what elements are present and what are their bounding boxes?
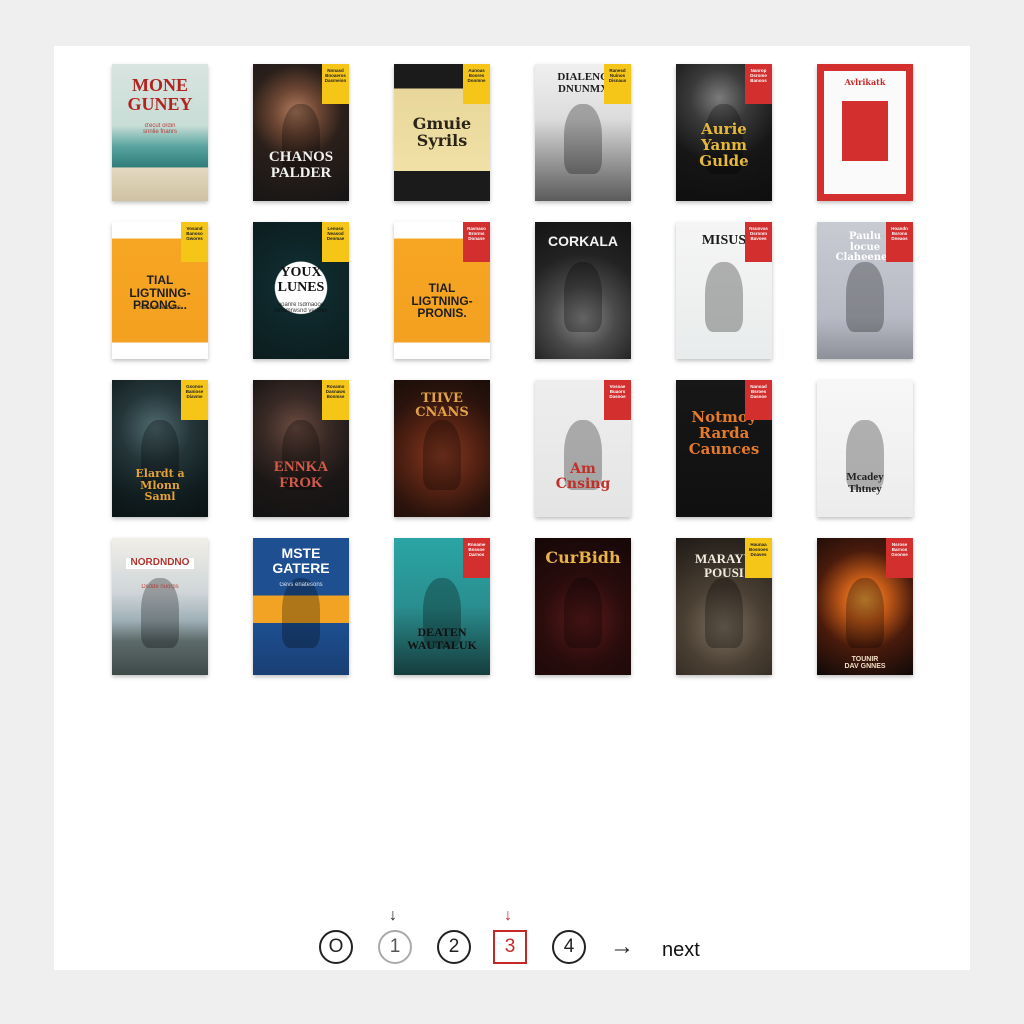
publisher-ribbon: Rovamo Dasnaws Bonmse: [322, 380, 349, 420]
book-cover[interactable]: CHANOS PALDER Nnnasd Bnoaeros Dasmeion: [253, 64, 349, 201]
cover-figure: [564, 262, 602, 332]
book-title: MONE GUNEY: [127, 75, 193, 114]
book-title: TIIVE CNANS: [415, 391, 469, 420]
creature-silhouette-icon: [842, 101, 888, 161]
book-title: TOUNIR DAV GNNES: [844, 656, 886, 671]
book-cover[interactable]: Paulu locue Claheened Hoandn Bsrons Dneao…: [817, 222, 913, 359]
publisher-ribbon: Lenuso Neasod Denmae: [322, 222, 349, 262]
cover-figure: [423, 420, 461, 490]
book-cover[interactable]: MONE GUNEY d'ecut ordin snnlie fnanrs: [112, 64, 208, 201]
publisher-ribbon: Gsonoe Baniose Diavme: [181, 380, 208, 420]
cover-figure: [564, 104, 602, 174]
book-cover[interactable]: MARAYY POUSI Haunaa Bosnoes Dnaves: [676, 538, 772, 675]
book-title: Am Cnsing: [555, 461, 611, 492]
cover-figure: [705, 262, 743, 332]
cover-figure: [564, 578, 602, 648]
book-cover[interactable]: TIIVE CNANS: [394, 380, 490, 517]
page-marker-arrow-icon: ↓: [389, 907, 397, 924]
cover-figure: [846, 262, 884, 332]
publisher-ribbon: Rnoame Bnssoe Darnos: [463, 538, 490, 578]
publisher-ribbon: Ranesd Nuinos Disnaus: [604, 64, 631, 104]
cover-figure: [282, 578, 320, 648]
publisher-ribbon: Hoandn Bsrons Dneaos: [886, 222, 913, 262]
publisher-ribbon: Vosand Banoso Gwores: [181, 222, 208, 262]
publisher-ribbon: Nanrop Dsrome Banoos: [745, 64, 772, 104]
book-cover[interactable]: TIAL LIGTNING- PRONG... Rasnmue tsnas Vosa…: [112, 222, 208, 359]
book-cover[interactable]: Mcadey Thtney: [817, 380, 913, 517]
publisher-ribbon: Nsunvas Dsronm Bavoes: [745, 222, 772, 262]
book-title: YOUX LUNES: [277, 265, 325, 295]
page-button-1[interactable]: 1: [378, 930, 412, 964]
book-cover[interactable]: Am Cnsing Vosoae Buaors Dasooe: [535, 380, 631, 517]
book-cover[interactable]: DEATEN WAUTALUK Rnoame Bnssoe Darnos: [394, 538, 490, 675]
book-cover[interactable]: Elardt a Mlonn Saml Gsonoe Baniose Diavme: [112, 380, 208, 517]
page-button-2[interactable]: 2: [437, 930, 471, 964]
book-cover[interactable]: TOUNIR DAV GNNES Nsrose Barnos Gvonse: [817, 538, 913, 675]
book-subtitle: Gevs enatesons: [279, 582, 323, 589]
book-cover[interactable]: Aurie Yanm Gulde Nanrop Dsrome Banoos: [676, 64, 772, 201]
book-cover[interactable]: NORDNDNO Dsdde nuorps: [112, 538, 208, 675]
book-title: TIAL LIGTNING- PRONIS.: [411, 281, 473, 321]
book-title: CurBidh: [545, 548, 621, 567]
book-title: MSTE GATERE: [272, 545, 330, 576]
book-title: NORDNDNO: [126, 557, 194, 569]
next-link[interactable]: next: [662, 939, 700, 962]
page-marker-arrow-icon: ↓: [504, 907, 512, 924]
cover-inner-panel: [824, 71, 906, 194]
book-cover[interactable]: Avlrikatk: [817, 64, 913, 201]
book-cover[interactable]: CurBidh: [535, 538, 631, 675]
book-title: Gmuie Syrils: [412, 114, 472, 150]
book-subtitle: Rasnmue tsnas: [139, 305, 181, 312]
book-cover[interactable]: MISUS Nsunvas Dsronm Bavoes: [676, 222, 772, 359]
book-cover[interactable]: YOUX LUNES aoanre lsdmaooe tsnamrwsnd ved…: [253, 222, 349, 359]
book-title: Avlrikatk: [844, 77, 886, 87]
book-title: ENNKA FROK: [273, 459, 329, 491]
book-title: CHANOS PALDER: [268, 149, 334, 181]
gallery-panel: MONE GUNEY d'ecut ordin snnlie fnanrs CHAN…: [54, 46, 970, 970]
page-button-4[interactable]: 4: [552, 930, 586, 964]
pagination: → next O 1 ↓ 2 3 ↓ 4: [54, 886, 970, 964]
book-subtitle: d'ecut ordin snnlie fnanrs: [142, 122, 178, 135]
book-cover[interactable]: Gmuie Syrils Aunoas Boores Doomne: [394, 64, 490, 201]
publisher-ribbon: Vosoae Buaors Dasooe: [604, 380, 631, 420]
publisher-ribbon: Nanoad Bsroes Dasnoe: [745, 380, 772, 420]
next-arrow-icon[interactable]: →: [610, 933, 634, 961]
publisher-ribbon: Nnnasd Bnoaeros Dasmeion: [322, 64, 349, 104]
book-cover[interactable]: ENNKA FROK Rovamo Dasnaws Bonmse: [253, 380, 349, 517]
book-subtitle: Dsdde nuorps: [141, 584, 179, 590]
publisher-ribbon: Ravnaso Brorms Donane: [463, 222, 490, 262]
book-title: DEATEN WAUTALUK: [407, 625, 477, 652]
book-cover[interactable]: CORKALA: [535, 222, 631, 359]
book-title: Elardt a Mlonn Saml: [135, 467, 185, 504]
book-title: Aurie Yanm Gulde: [699, 120, 749, 170]
page-button-0[interactable]: O: [319, 930, 353, 964]
publisher-ribbon: Aunoas Boores Doomne: [463, 64, 490, 104]
book-title: Mcadey Thtney: [846, 471, 884, 495]
page-button-3[interactable]: 3: [493, 930, 527, 964]
book-subtitle: aoanre lsdmaooe tsnamrwsnd vedoes: [274, 302, 328, 315]
cover-figure: [705, 578, 743, 648]
book-cover[interactable]: TIAL LIGTNING- PRONIS. Ravnaso Brorms Don…: [394, 222, 490, 359]
cover-figure: [846, 578, 884, 648]
publisher-ribbon: Nsrose Barnos Gvonse: [886, 538, 913, 578]
book-grid: MONE GUNEY d'ecut ordin snnlie fnanrs CHAN…: [112, 64, 913, 675]
book-cover[interactable]: DIALENG DNUNMX Ranesd Nuinos Disnaus: [535, 64, 631, 201]
publisher-ribbon: Haunaa Bosnoes Dnaves: [745, 538, 772, 578]
book-title: CORKALA: [548, 233, 618, 249]
book-cover[interactable]: MSTE GATERE Gevs enatesons: [253, 538, 349, 675]
book-cover[interactable]: Notmoy Rarda Caunces Nanoad Bsroes Dasnoe: [676, 380, 772, 517]
